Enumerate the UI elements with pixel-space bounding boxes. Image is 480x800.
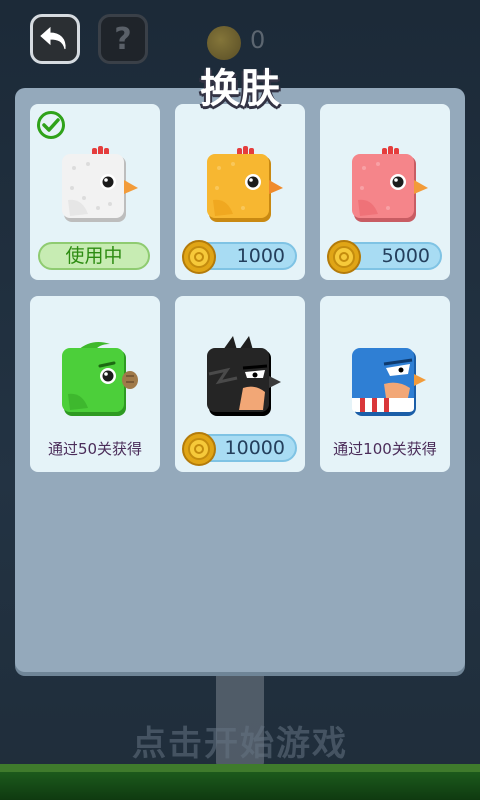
unlock-requirement: 通过50关获得 (47, 440, 143, 458)
skin-card-white[interactable]: 使用中 (30, 104, 160, 280)
skin-card-black[interactable]: 10000 (175, 296, 305, 472)
skin-card-blue[interactable]: 通过100关获得 (320, 296, 450, 472)
yellow-chicken-icon (207, 146, 283, 222)
coin-icon (182, 432, 216, 466)
in-use-badge: 使用中 (38, 242, 150, 270)
white-chicken-icon (62, 146, 138, 222)
price-label: 10000 (224, 437, 285, 459)
question-mark-icon: ? (114, 21, 132, 57)
skin-card-green[interactable]: 通过50关获得 (30, 296, 160, 472)
skin-panel: 使用中 1000 5000 通过50关获得 10000 通过100关获得 (15, 88, 465, 672)
green-bird-icon (62, 342, 138, 416)
back-arrow-icon (40, 26, 66, 50)
coin-icon (327, 240, 361, 274)
skin-card-pink[interactable]: 5000 (320, 104, 450, 280)
black-bird-icon (207, 336, 281, 416)
blue-bird-icon (352, 348, 426, 416)
unlock-requirement: 通过100关获得 (333, 440, 437, 458)
coin-icon (207, 26, 241, 60)
coin-count: 0 (250, 26, 266, 54)
skin-card-yellow[interactable]: 1000 (175, 104, 305, 280)
price-label: 5000 (381, 245, 430, 267)
price-button-1000[interactable]: 1000 (182, 240, 297, 274)
in-use-label: 使用中 (65, 245, 123, 267)
start-game-prompt[interactable]: 点击开始游戏 (0, 716, 480, 765)
grass-strip (0, 764, 480, 772)
check-icon (37, 111, 65, 139)
page-title: 换肤 (200, 66, 280, 112)
pink-chicken-icon (352, 146, 428, 222)
price-button-5000[interactable]: 5000 (327, 240, 442, 274)
ground (0, 772, 480, 800)
price-label: 1000 (236, 245, 285, 267)
coin-icon (182, 240, 216, 274)
price-button-10000[interactable]: 10000 (182, 432, 297, 466)
